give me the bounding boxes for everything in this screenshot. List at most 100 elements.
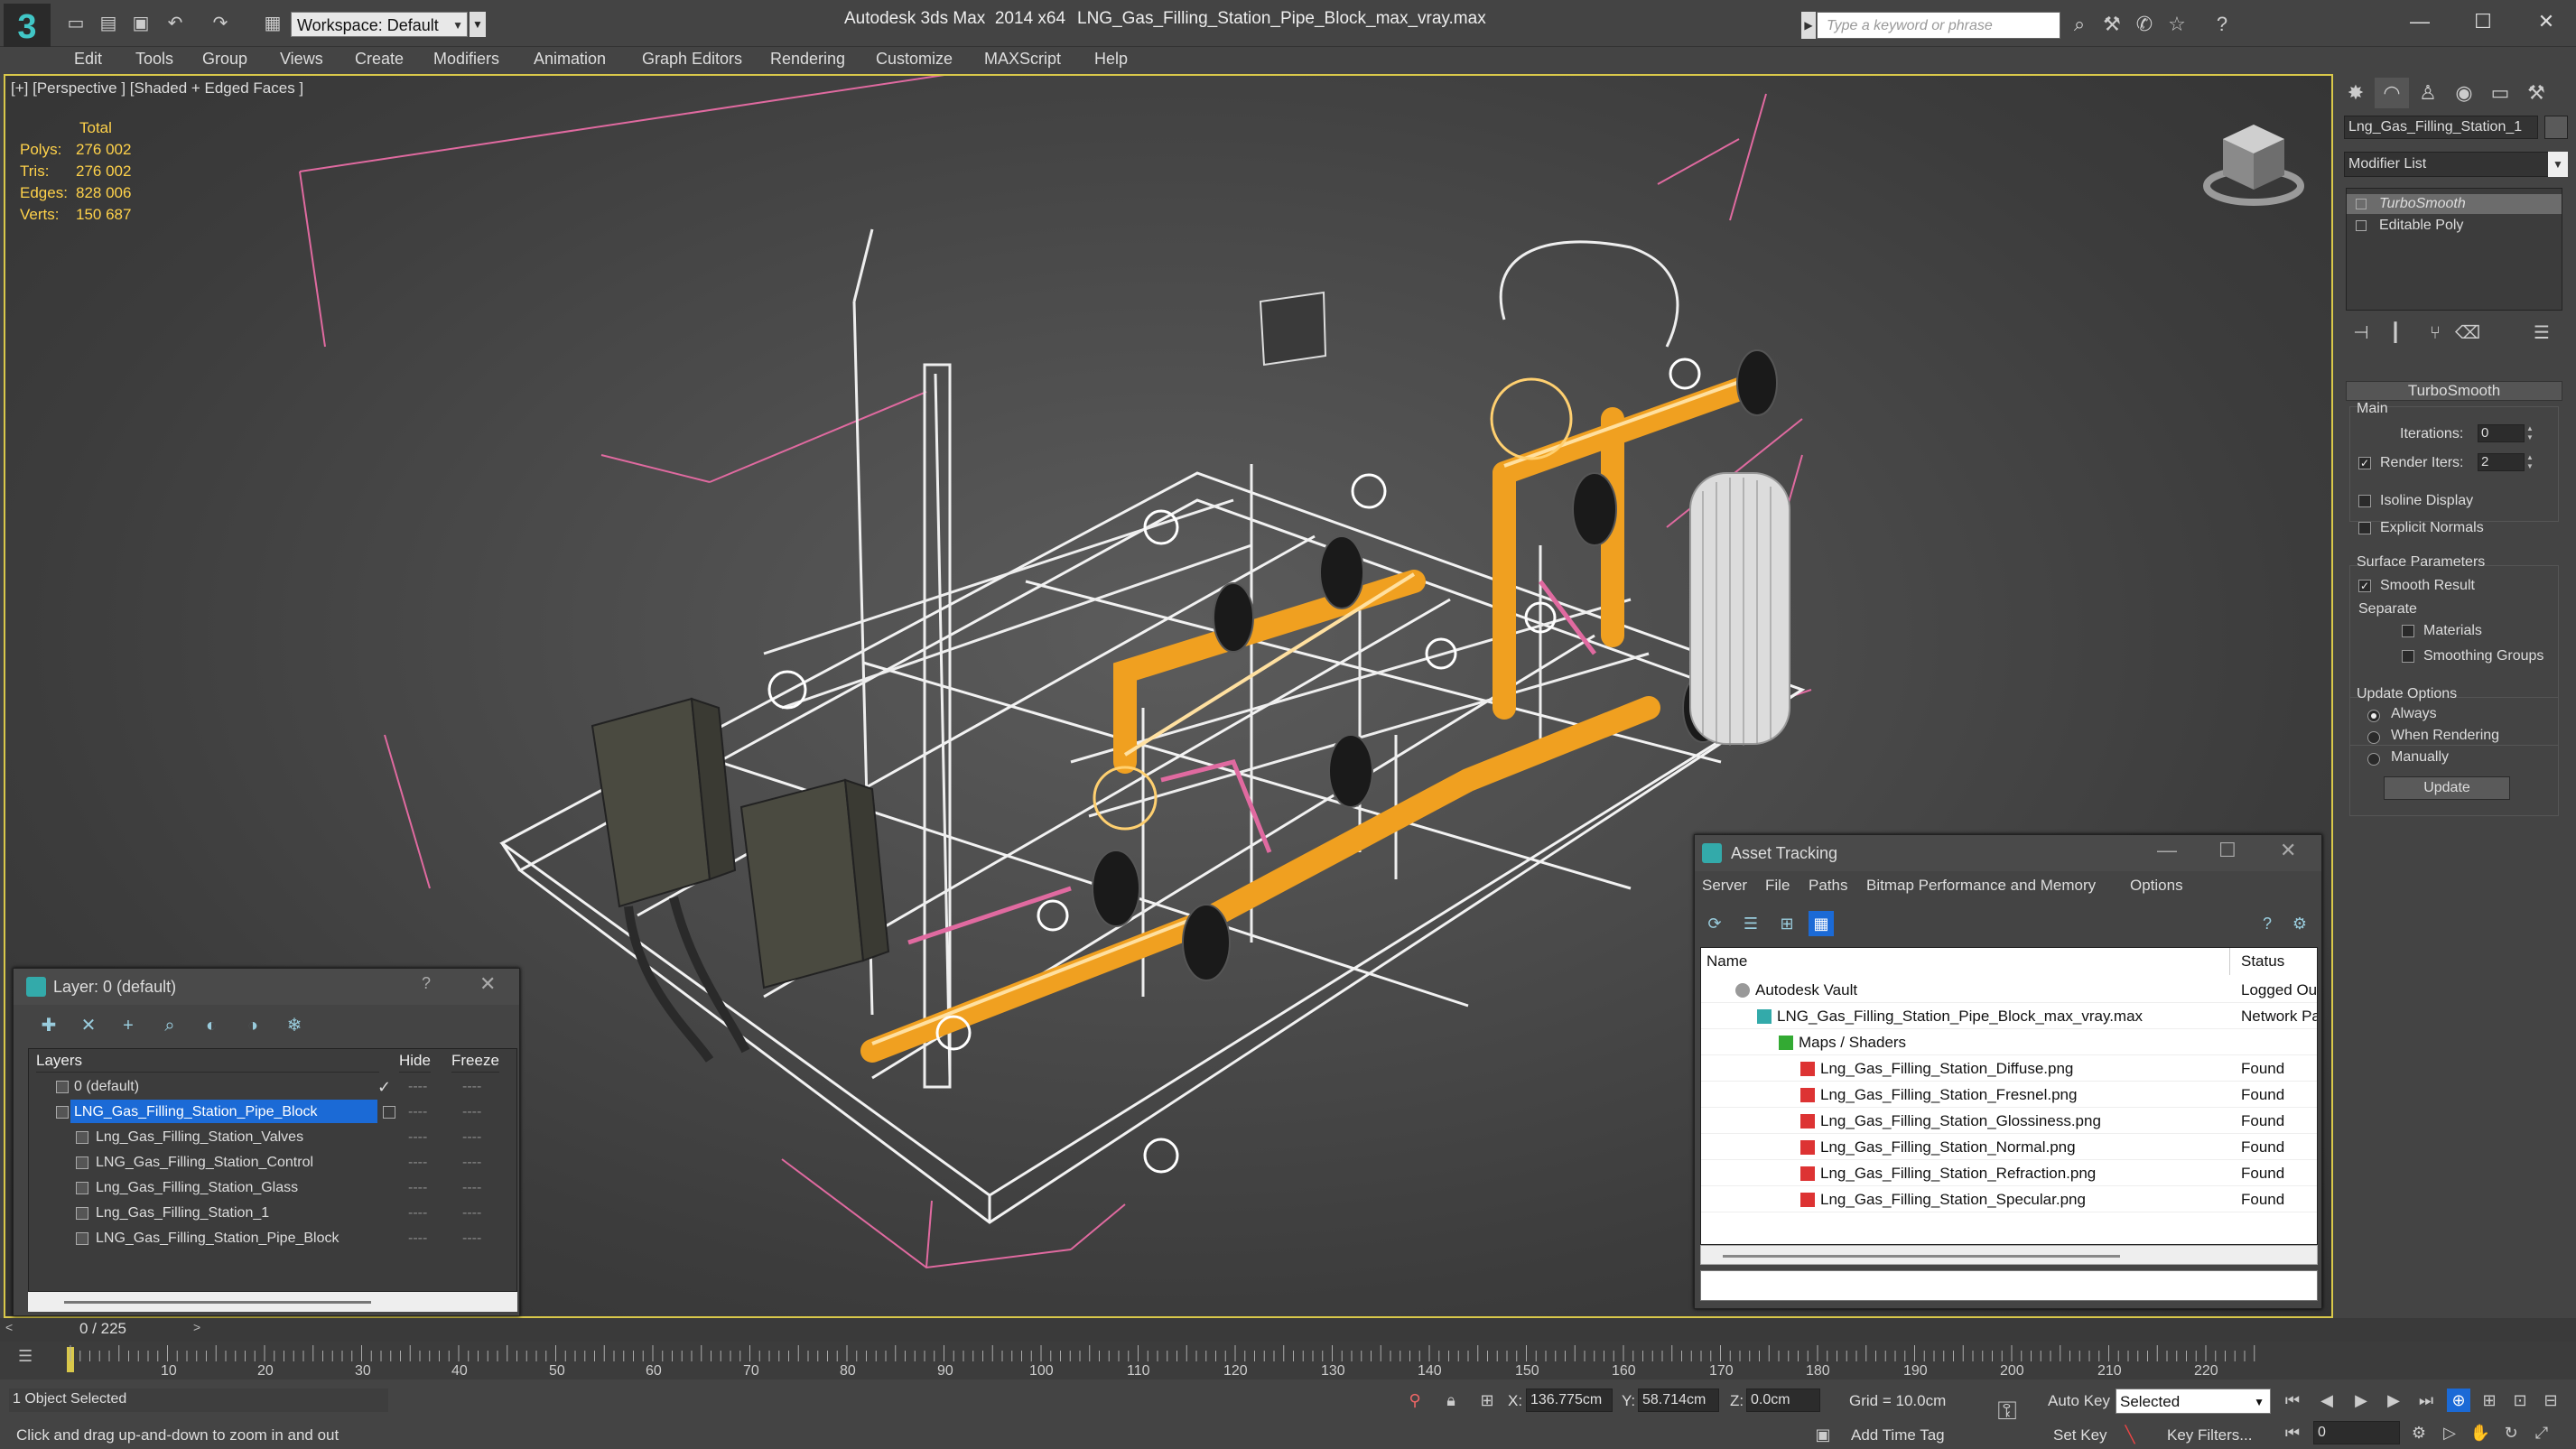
spinner-arrows-icon[interactable]: ▲ ▼ [2526,453,2535,471]
key-filters-button[interactable]: Key Filters... [2167,1426,2252,1444]
go-to-start-icon[interactable]: ⏮ [2281,1389,2304,1412]
isoline-display-checkbox[interactable] [2358,495,2371,507]
orbit-icon[interactable]: ↻ [2499,1421,2523,1444]
scrollbar-thumb[interactable] [1723,1255,2120,1258]
asset-menu-file[interactable]: File [1765,877,1790,895]
subscription-icon[interactable]: ⚒ [2100,13,2124,36]
freeze-toggle[interactable]: ---- [462,1074,481,1100]
iterations-spinner[interactable]: 0 [2478,424,2525,442]
close-icon[interactable]: ✕ [2280,839,2296,862]
viewport-label[interactable]: [+] [Perspective ] [Shaded + Edged Faces… [11,79,303,98]
menu-animation[interactable]: Animation [534,50,606,69]
freeze-toggle[interactable]: ---- [462,1175,481,1201]
save-icon[interactable]: ▣ [130,13,152,34]
zoom-all-icon[interactable]: ⊞ [2478,1389,2501,1412]
table-view-icon[interactable]: ▦ [1809,911,1834,936]
maximize-icon[interactable]: ☐ [2218,839,2237,862]
freeze-toggle[interactable]: ---- [462,1150,481,1175]
layer-row[interactable]: Lng_Gas_Filling_Station_Glass ---- ---- [29,1175,516,1201]
project-folder-icon[interactable]: ▦ [262,13,284,34]
configure-modifier-sets-icon[interactable]: ☰ [2528,320,2555,347]
hide-toggle[interactable]: ---- [408,1074,427,1100]
asset-dialog-titlebar[interactable]: Asset Tracking — ☐ ✕ [1695,835,2321,871]
hide-toggle[interactable]: ---- [408,1100,427,1125]
tree-view-icon[interactable]: ⊞ [1774,911,1799,936]
asset-row[interactable]: Lng_Gas_Filling_Station_Diffuse.png Foun… [1701,1055,2317,1082]
create-layer-icon[interactable]: ✚ [35,1012,62,1039]
time-slider-prev-icon[interactable]: < [5,1320,13,1334]
freeze-toggle[interactable]: ---- [462,1125,481,1150]
settings-icon[interactable]: ⚙ [2287,911,2312,936]
add-time-tag[interactable]: Add Time Tag [1851,1426,1945,1444]
when-rendering-radio[interactable] [2367,731,2380,744]
render-iters-spinner[interactable]: 2 [2478,453,2525,471]
manually-radio[interactable] [2367,753,2380,766]
hide-toggle[interactable]: ---- [408,1150,427,1175]
render-iters-checkbox[interactable]: ✓ [2358,457,2371,469]
freeze-all-layers-icon[interactable]: ❄ [281,1012,308,1039]
layer-row[interactable]: Lng_Gas_Filling_Station_1 ---- ---- [29,1201,516,1226]
set-key-button[interactable]: Set Key [2053,1426,2107,1444]
asset-row[interactable]: Lng_Gas_Filling_Station_Glossiness.png F… [1701,1108,2317,1134]
scrollbar-thumb[interactable] [64,1301,371,1304]
freeze-toggle[interactable]: ---- [462,1201,481,1226]
layer-row[interactable]: LNG_Gas_Filling_Station_Pipe_Block ---- … [29,1100,516,1125]
asset-row[interactable]: LNG_Gas_Filling_Station_Pipe_Block_max_v… [1701,1003,2317,1029]
highlight-layer-icon[interactable]: ◐ [198,1012,225,1039]
zoom-icon[interactable]: ⊕ [2447,1389,2470,1412]
new-file-icon[interactable]: ▭ [65,13,87,34]
x-coord-field[interactable]: 136.775cm [1526,1389,1613,1412]
motion-tab-icon[interactable]: ◉ [2447,78,2481,108]
asset-horizontal-scrollbar[interactable] [1700,1245,2318,1265]
freeze-toggle[interactable]: ---- [462,1100,481,1125]
lightbulb-icon[interactable] [2356,199,2367,209]
help-icon[interactable]: ? [2255,911,2280,936]
minimize-icon[interactable]: — [2397,5,2442,38]
chevron-down-icon[interactable]: ▼ [2548,152,2568,177]
close-icon[interactable]: ✕ [2524,5,2569,38]
hierarchy-tab-icon[interactable]: ♙ [2411,78,2445,108]
key-mode-toggle-icon[interactable]: ⏮ [2281,1421,2304,1444]
smooth-result-checkbox[interactable]: ✓ [2358,580,2371,592]
add-to-layer-icon[interactable]: + [115,1012,142,1039]
menu-group[interactable]: Group [202,50,247,69]
binoculars-icon[interactable]: ⌕ [2068,13,2091,36]
app-logo-icon[interactable]: 3 [4,4,51,51]
modify-tab-icon[interactable]: ◠ [2375,78,2409,108]
select-in-layer-icon[interactable]: ⌕ [156,1012,183,1039]
menu-create[interactable]: Create [355,50,404,69]
display-tab-icon[interactable]: ▭ [2483,78,2517,108]
pin-stack-icon[interactable]: ⊣ [2348,320,2375,347]
hide-all-layers-icon[interactable]: ◑ [239,1012,266,1039]
asset-menu-bitmap-performance[interactable]: Bitmap Performance and Memory [1866,877,2096,895]
hide-toggle[interactable]: ---- [408,1226,427,1251]
communication-icon[interactable]: ✆ [2133,13,2156,36]
key-mode-icon[interactable]: ╲ [2118,1423,2142,1446]
stack-item-turbosmooth[interactable]: TurboSmooth [2347,194,2562,214]
undo-icon[interactable]: ↶ [164,13,186,34]
asset-path-input[interactable] [1700,1270,2318,1301]
search-input[interactable]: Type a keyword or phrase [1817,12,2060,39]
asset-menu-server[interactable]: Server [1702,877,1747,895]
asset-row[interactable]: Maps / Shaders [1701,1029,2317,1055]
go-to-end-icon[interactable]: ⏭ [2414,1389,2438,1412]
isolate-selection-icon[interactable]: ⚲ [1403,1389,1427,1412]
materials-checkbox[interactable] [2402,625,2414,637]
refresh-icon[interactable]: ⟳ [1702,911,1727,936]
object-name-field[interactable]: Lng_Gas_Filling_Station_1 [2344,116,2538,139]
asset-menu-options[interactable]: Options [2130,877,2183,895]
spinner-arrows-icon[interactable]: ▲ ▼ [2526,424,2535,442]
layer-row[interactable]: Lng_Gas_Filling_Station_Valves ---- ---- [29,1125,516,1150]
menu-views[interactable]: Views [280,50,323,69]
explicit-normals-checkbox[interactable] [2358,522,2371,534]
current-layer-box[interactable] [383,1106,395,1119]
hide-toggle[interactable]: ---- [408,1125,427,1150]
key-mode-dropdown[interactable]: Selected ▼ [2116,1389,2271,1414]
hide-toggle[interactable]: ---- [408,1201,427,1226]
object-color-swatch[interactable] [2544,116,2568,139]
set-key-icon[interactable]: ⚿ [1995,1398,2019,1424]
field-of-view-icon[interactable]: ▷ [2438,1421,2461,1444]
workspace-more-button[interactable]: ▼ [470,12,486,37]
open-file-icon[interactable]: ▤ [98,13,119,34]
show-end-result-icon[interactable]: ┃ [2382,320,2409,347]
